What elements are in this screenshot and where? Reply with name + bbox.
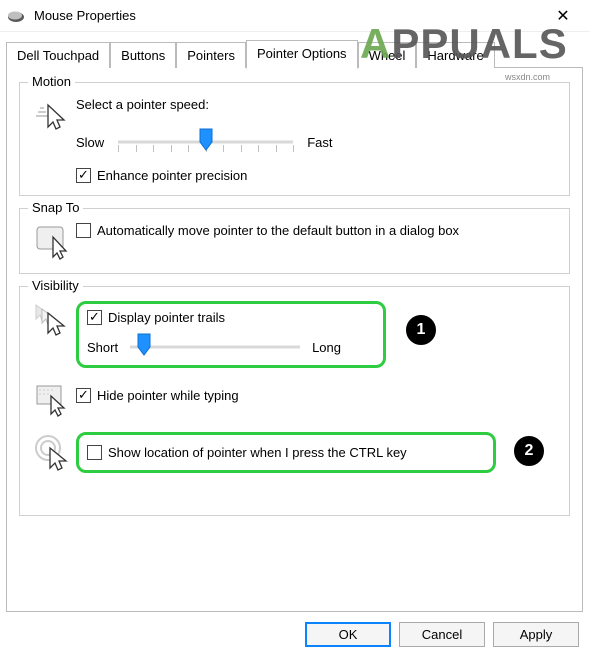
callout-2: 2 (514, 436, 544, 466)
close-button[interactable]: ✕ (543, 6, 583, 26)
hide-typing-label: Hide pointer while typing (97, 388, 239, 403)
snap-to-checkbox[interactable] (76, 223, 91, 238)
tab-wheel[interactable]: Wheel (358, 42, 417, 68)
trails-checkbox[interactable] (87, 310, 102, 325)
snap-to-label: Automatically move pointer to the defaul… (97, 223, 459, 238)
ctrl-locate-checkbox[interactable] (87, 445, 102, 460)
trails-short-label: Short (87, 340, 118, 355)
trails-long-label: Long (312, 340, 341, 355)
window-title: Mouse Properties (34, 8, 543, 23)
apply-button[interactable]: Apply (493, 622, 579, 647)
enhance-precision-label: Enhance pointer precision (97, 168, 247, 183)
pointer-options-panel: Motion Select a pointer speed: Slow (6, 67, 583, 612)
trails-slider[interactable] (130, 335, 300, 359)
visibility-group: Visibility Display pointer trails (19, 286, 570, 516)
ctrl-locate-label: Show location of pointer when I press th… (108, 445, 407, 460)
hide-typing-icon (35, 384, 71, 418)
motion-group: Motion Select a pointer speed: Slow (19, 82, 570, 196)
speed-fast-label: Fast (307, 135, 332, 150)
titlebar: Mouse Properties ✕ (0, 0, 589, 32)
cursor-speed-icon (36, 99, 70, 133)
ok-button[interactable]: OK (305, 622, 391, 647)
callout-1: 1 (406, 315, 436, 345)
trails-label: Display pointer trails (108, 310, 225, 325)
tab-pointer-options[interactable]: Pointer Options (246, 40, 358, 70)
motion-group-title: Motion (28, 74, 75, 89)
snap-to-group-title: Snap To (28, 200, 83, 215)
mouse-icon (6, 9, 26, 23)
enhance-precision-checkbox[interactable] (76, 168, 91, 183)
pointer-trails-icon (34, 303, 72, 339)
highlight-trails: Display pointer trails Short L (76, 301, 386, 368)
pointer-speed-slider[interactable] (118, 130, 293, 154)
tab-pointers[interactable]: Pointers (176, 42, 246, 68)
snap-to-group: Snap To Automatically move pointer to th… (19, 208, 570, 274)
tab-hardware[interactable]: Hardware (416, 42, 494, 68)
ctrl-locate-icon (34, 434, 72, 472)
dialog-buttons: OK Cancel Apply (0, 612, 589, 647)
speed-slow-label: Slow (76, 135, 104, 150)
tab-buttons[interactable]: Buttons (110, 42, 176, 68)
tab-strip: Dell Touchpad Buttons Pointers Pointer O… (0, 32, 589, 67)
pointer-speed-label: Select a pointer speed: (76, 97, 559, 112)
tab-dell-touchpad[interactable]: Dell Touchpad (6, 42, 110, 68)
hide-typing-checkbox[interactable] (76, 388, 91, 403)
cancel-button[interactable]: Cancel (399, 622, 485, 647)
highlight-ctrl: Show location of pointer when I press th… (76, 432, 496, 473)
visibility-group-title: Visibility (28, 278, 83, 293)
snap-to-icon (35, 225, 71, 261)
